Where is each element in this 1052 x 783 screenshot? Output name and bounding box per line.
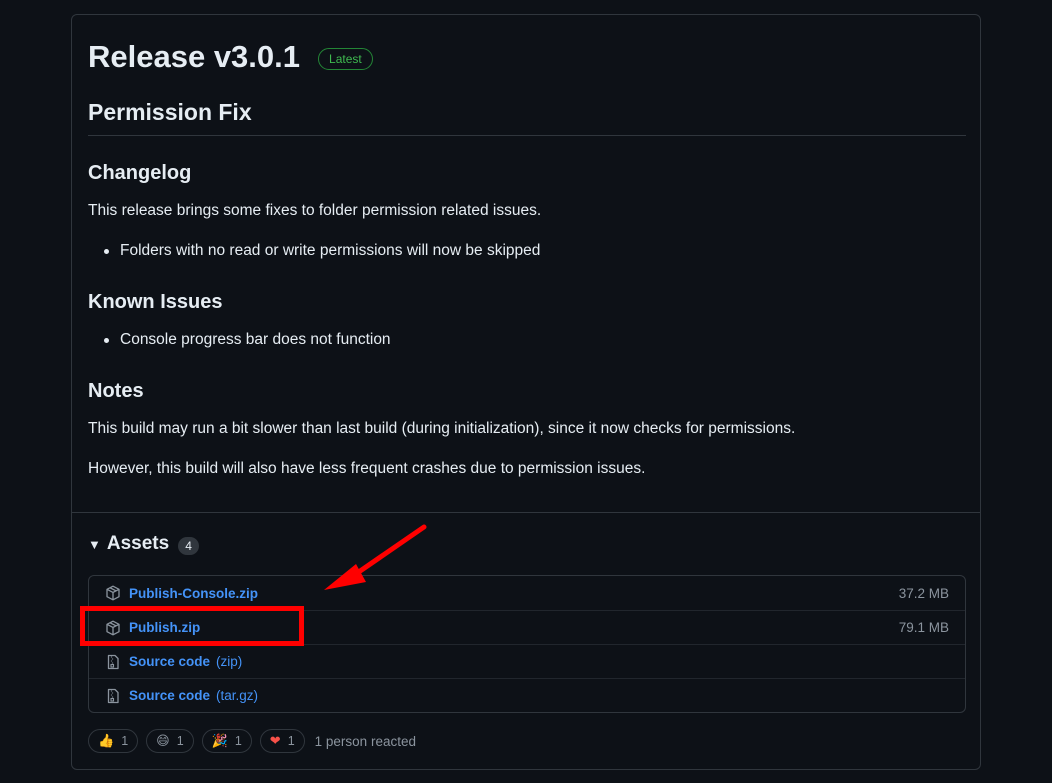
assets-count-badge: 4 bbox=[178, 536, 199, 555]
asset-size: 37.2 MB bbox=[898, 585, 949, 601]
asset-link-source-zip[interactable]: Source code bbox=[129, 654, 210, 669]
release-body: Release v3.0.1 Latest Permission Fix Cha… bbox=[72, 15, 980, 513]
reaction-heart[interactable]: ❤ 1 bbox=[259, 729, 305, 753]
known-issues-heading: Known Issues bbox=[88, 291, 223, 313]
asset-ext[interactable]: (tar.gz) bbox=[216, 688, 258, 703]
package-icon bbox=[105, 585, 121, 601]
asset-link-publish-console[interactable]: Publish-Console.zip bbox=[129, 586, 258, 601]
notes-paragraph-1: This build may run a bit slower than las… bbox=[88, 420, 796, 437]
heart-icon: ❤ bbox=[269, 733, 281, 748]
asset-row-source-zip: Source code (zip) bbox=[89, 644, 965, 678]
reaction-tada[interactable]: 🎉 1 bbox=[201, 729, 252, 753]
release-card: Release v3.0.1 Latest Permission Fix Cha… bbox=[71, 14, 981, 770]
file-zip-icon bbox=[105, 688, 121, 704]
notes-paragraph-2: However, this build will also have less … bbox=[88, 460, 646, 477]
changelog-text: This release brings some fixes to folder… bbox=[88, 202, 542, 219]
reaction-summary[interactable]: 1 person reacted bbox=[315, 734, 416, 749]
reaction-count: 1 bbox=[234, 734, 242, 748]
annotation-arrow-icon bbox=[324, 524, 427, 590]
smile-icon: 😄 bbox=[156, 733, 170, 748]
asset-link-source-targz[interactable]: Source code bbox=[129, 688, 210, 703]
changelog-heading: Changelog bbox=[88, 162, 192, 184]
reactions-bar: 👍 1 😄 1 🎉 1 ❤ 1 1 person reacted bbox=[88, 729, 416, 753]
file-zip-icon bbox=[105, 654, 121, 670]
reaction-count: 1 bbox=[287, 734, 295, 748]
reaction-count: 1 bbox=[121, 734, 129, 748]
release-subtitle: Permission Fix bbox=[88, 97, 966, 136]
annotation-highlight-box bbox=[80, 606, 304, 646]
assets-title: Assets bbox=[106, 533, 170, 554]
changelog-bullet: Folders with no read or write permission… bbox=[103, 240, 540, 262]
thumbs-up-icon: 👍 bbox=[98, 733, 115, 748]
asset-row-source-targz: Source code (tar.gz) bbox=[89, 678, 965, 712]
latest-badge: Latest bbox=[318, 48, 373, 70]
reaction-count: 1 bbox=[176, 734, 184, 748]
notes-heading: Notes bbox=[88, 380, 144, 402]
caret-down-icon: ▼ bbox=[88, 536, 101, 552]
tada-icon: 🎉 bbox=[211, 733, 228, 748]
assets-toggle[interactable]: ▼ Assets 4 bbox=[88, 533, 199, 555]
reaction-thumbs-up[interactable]: 👍 1 bbox=[88, 729, 139, 753]
asset-size: 79.1 MB bbox=[898, 620, 949, 635]
asset-row-publish-console: Publish-Console.zip 37.2 MB bbox=[89, 576, 965, 610]
release-title-row: Release v3.0.1 Latest bbox=[88, 39, 373, 75]
known-issue-bullet: Console progress bar does not function bbox=[104, 329, 391, 351]
asset-ext[interactable]: (zip) bbox=[216, 654, 242, 669]
reaction-smile[interactable]: 😄 1 bbox=[146, 729, 194, 753]
release-title[interactable]: Release v3.0.1 bbox=[88, 39, 300, 75]
